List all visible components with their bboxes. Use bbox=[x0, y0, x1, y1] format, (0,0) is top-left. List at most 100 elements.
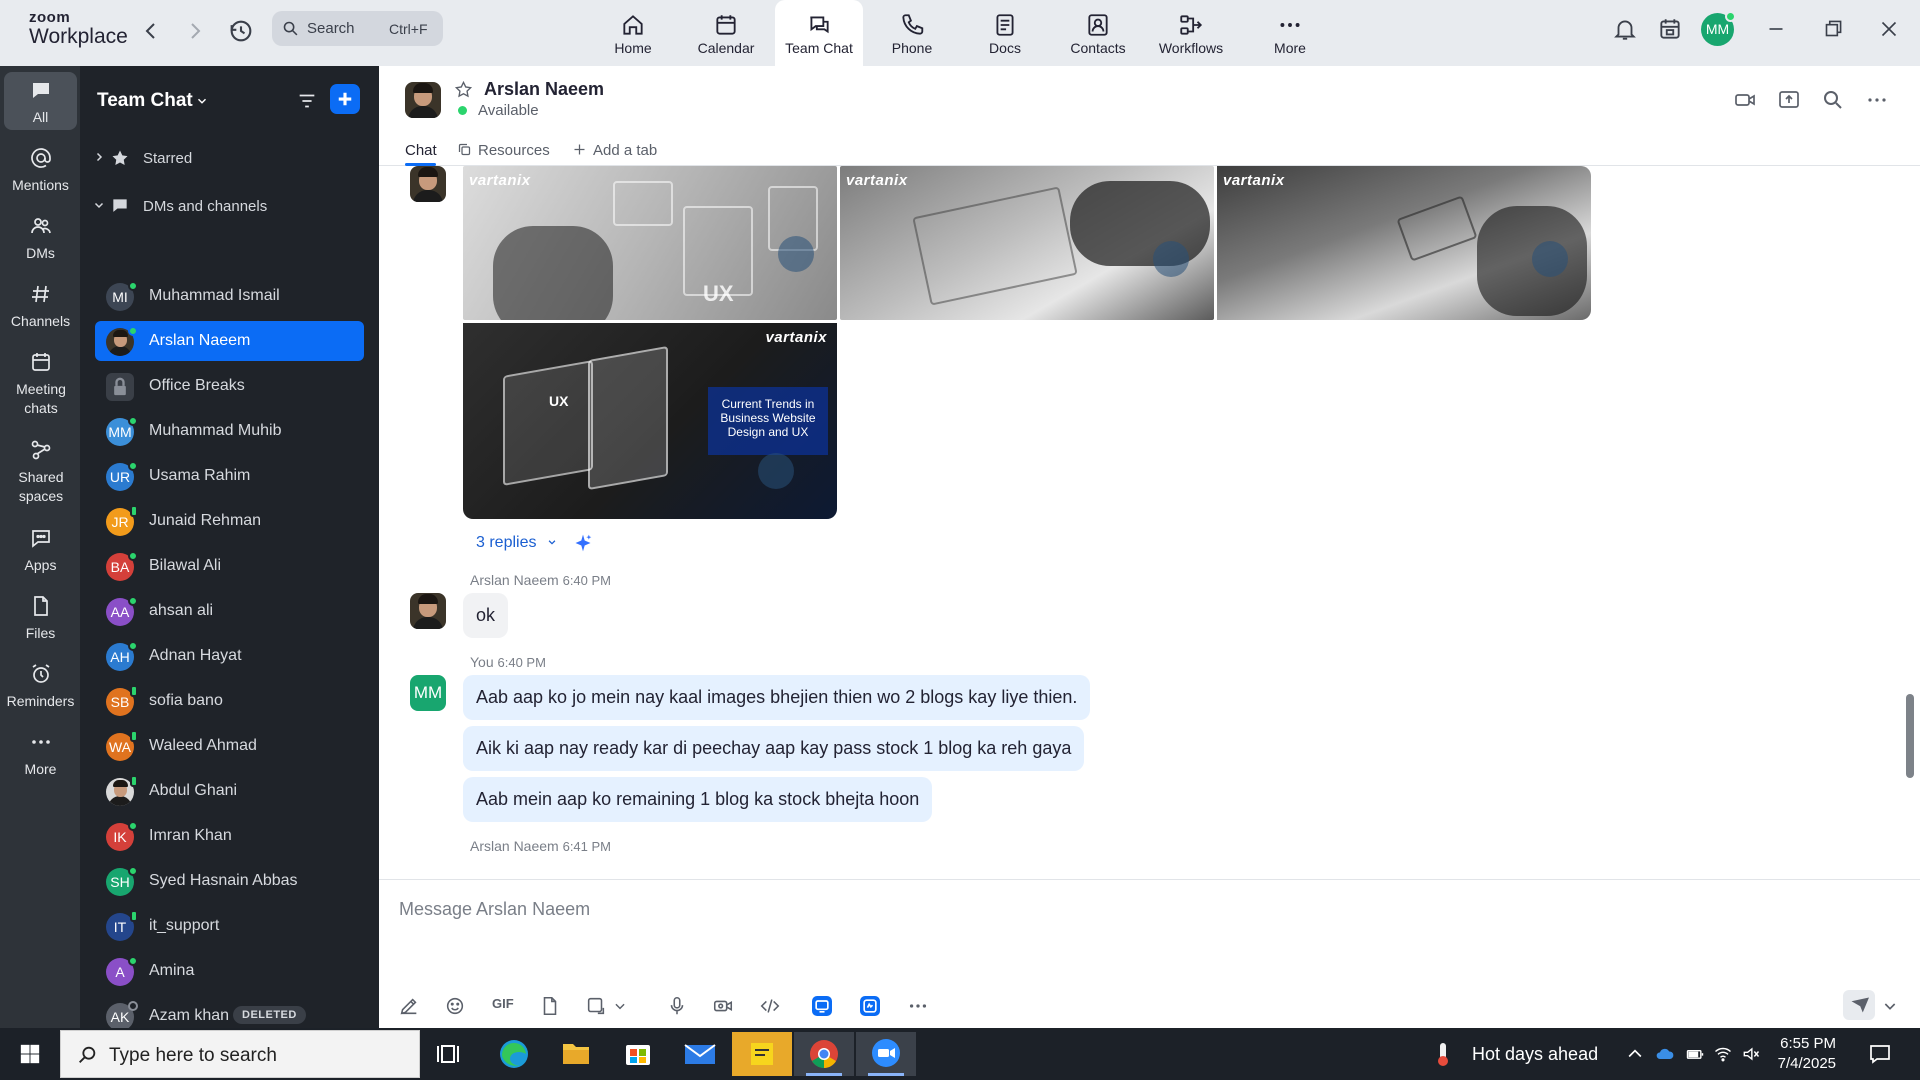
emoji-icon[interactable] bbox=[444, 995, 466, 1017]
video-message-icon[interactable] bbox=[712, 995, 734, 1017]
sidebar-item-muhammad-ismail[interactable]: MI Muhammad Ismail bbox=[95, 276, 364, 316]
attach-file-icon[interactable] bbox=[539, 995, 561, 1017]
sidebar-item-sofia-bano[interactable]: SB sofia bano bbox=[95, 681, 364, 721]
restore-icon[interactable] bbox=[1820, 16, 1846, 42]
sender-avatar[interactable] bbox=[410, 593, 446, 629]
minimize-icon[interactable] bbox=[1763, 16, 1789, 42]
rail-more[interactable]: More bbox=[4, 730, 77, 780]
sticky-notes-button[interactable] bbox=[732, 1032, 792, 1076]
weather-text[interactable]: Hot days ahead bbox=[1472, 1044, 1598, 1065]
chevron-down-icon[interactable] bbox=[1882, 995, 1898, 1017]
nav-team-chat[interactable]: Team Chat bbox=[775, 0, 863, 66]
schedule-icon[interactable] bbox=[1657, 16, 1683, 42]
battery-icon[interactable] bbox=[1685, 1044, 1705, 1064]
ai-sparkle-icon[interactable] bbox=[573, 533, 593, 553]
message-bubble[interactable]: Aab aap ko jo mein nay kaal images bheji… bbox=[463, 675, 1091, 720]
user-avatar[interactable]: MM bbox=[1701, 11, 1736, 46]
back-arrow-icon[interactable] bbox=[139, 17, 163, 45]
sidebar-item-it-support[interactable]: IT it_support bbox=[95, 906, 364, 946]
rail-dms[interactable]: DMs bbox=[4, 214, 77, 264]
filter-icon[interactable] bbox=[296, 90, 318, 112]
microphone-icon[interactable] bbox=[666, 995, 688, 1017]
screenshot-icon[interactable] bbox=[585, 995, 607, 1017]
chevron-down-icon[interactable] bbox=[613, 995, 627, 1017]
store-button[interactable] bbox=[608, 1032, 668, 1076]
contact-name[interactable]: Arslan Naeem bbox=[484, 79, 604, 100]
message-bubble[interactable]: ok bbox=[463, 593, 509, 638]
shared-image-1[interactable]: vartanix UX bbox=[463, 166, 837, 320]
thread-replies-link[interactable]: 3 replies bbox=[476, 534, 557, 552]
sidebar-item-bilawal-ali[interactable]: BA Bilawal Ali bbox=[95, 546, 364, 586]
sidebar-item-azam-khan[interactable]: AK Azam khan DELETED bbox=[95, 996, 364, 1028]
send-button[interactable] bbox=[1843, 990, 1875, 1020]
forward-arrow-icon[interactable] bbox=[183, 17, 207, 45]
taskbar-search[interactable]: Type here to search bbox=[60, 1030, 420, 1078]
mail-button[interactable] bbox=[670, 1032, 730, 1076]
chat-scrollbar[interactable] bbox=[1906, 694, 1914, 778]
sidebar-item-usama-rahim[interactable]: UR Usama Rahim bbox=[95, 456, 364, 496]
nav-phone[interactable]: Phone bbox=[867, 0, 957, 66]
format-text-icon[interactable] bbox=[398, 995, 420, 1017]
sidebar-item-adnan-hayat[interactable]: AH Adnan Hayat bbox=[95, 636, 364, 676]
edge-browser-button[interactable] bbox=[484, 1032, 544, 1076]
sidebar-item-junaid-rehman[interactable]: JR Junaid Rehman bbox=[95, 501, 364, 541]
chrome-button[interactable] bbox=[794, 1032, 854, 1076]
shared-image-3[interactable]: vartanix bbox=[1217, 166, 1591, 320]
nav-calendar[interactable]: Calendar bbox=[681, 0, 771, 66]
rail-channels[interactable]: Channels bbox=[4, 282, 77, 332]
rail-shared-spaces[interactable]: Shared spaces bbox=[4, 438, 77, 508]
sidebar-item-abdul-ghani[interactable]: Abdul Ghani bbox=[95, 771, 364, 811]
shared-image-4[interactable]: vartanix UX Current Trends in Business W… bbox=[463, 323, 837, 519]
new-chat-button[interactable] bbox=[330, 84, 360, 114]
tab-resources[interactable]: Resources bbox=[457, 142, 550, 159]
thermometer-icon[interactable] bbox=[1436, 1041, 1450, 1067]
shared-image-2[interactable]: vartanix bbox=[840, 166, 1214, 320]
rail-meeting-chats[interactable]: Meeting chats bbox=[4, 350, 77, 420]
dms-channels-section[interactable]: DMs and channels bbox=[80, 190, 379, 222]
wifi-icon[interactable] bbox=[1713, 1044, 1733, 1064]
contact-avatar[interactable] bbox=[405, 82, 441, 118]
message-input[interactable] bbox=[399, 896, 1799, 922]
sender-avatar[interactable] bbox=[410, 166, 446, 202]
message-bubble[interactable]: Aik ki aap nay ready kar di peechay aap … bbox=[463, 726, 1085, 771]
sidebar-item-ahsan-ali[interactable]: AA ahsan ali bbox=[95, 591, 364, 631]
rail-files[interactable]: Files bbox=[4, 594, 77, 644]
share-screen-icon[interactable] bbox=[1777, 88, 1801, 112]
video-call-icon[interactable] bbox=[1733, 88, 1757, 112]
message-bubble[interactable]: Aab mein aap ko remaining 1 blog ka stoc… bbox=[463, 777, 933, 822]
nav-docs[interactable]: Docs bbox=[960, 0, 1050, 66]
close-icon[interactable] bbox=[1876, 16, 1902, 42]
rail-all[interactable]: All bbox=[4, 72, 77, 130]
sidebar-item-muhammad-muhib[interactable]: MM Muhammad Muhib bbox=[95, 411, 364, 451]
onedrive-cloud-icon[interactable] bbox=[1653, 1044, 1677, 1064]
task-view-button[interactable] bbox=[420, 1032, 480, 1076]
sidebar-item-syed-hasnain-abbas[interactable]: SH Syed Hasnain Abbas bbox=[95, 861, 364, 901]
notification-bell-icon[interactable] bbox=[1612, 16, 1638, 42]
message-sender[interactable]: Arslan Naeem bbox=[470, 838, 559, 854]
rail-apps[interactable]: Apps bbox=[4, 526, 77, 576]
chevron-up-icon[interactable] bbox=[1625, 1044, 1645, 1064]
windows-start-icon[interactable] bbox=[19, 1043, 41, 1065]
chevron-down-icon[interactable] bbox=[195, 94, 209, 108]
rail-mentions[interactable]: Mentions bbox=[4, 146, 77, 196]
history-icon[interactable] bbox=[227, 17, 255, 45]
more-options-icon[interactable] bbox=[907, 995, 929, 1017]
sidebar-item-waleed-ahmad[interactable]: WA Waleed Ahmad bbox=[95, 726, 364, 766]
zoom-button[interactable] bbox=[856, 1032, 916, 1076]
whiteboard-app-icon[interactable] bbox=[860, 996, 880, 1016]
more-options-icon[interactable] bbox=[1865, 88, 1889, 112]
sidebar-item-office-breaks[interactable]: Office Breaks bbox=[95, 366, 364, 406]
rail-reminders[interactable]: Reminders bbox=[4, 662, 77, 712]
nav-workflows[interactable]: Workflows bbox=[1146, 0, 1236, 66]
starred-section[interactable]: Starred bbox=[80, 142, 379, 174]
sidebar-item-arslan-naeem[interactable]: Arslan Naeem bbox=[95, 321, 364, 361]
code-snippet-icon[interactable] bbox=[759, 995, 781, 1017]
my-avatar[interactable]: MM bbox=[410, 675, 446, 711]
notification-center-icon[interactable] bbox=[1868, 1042, 1892, 1066]
nav-home[interactable]: Home bbox=[588, 0, 678, 66]
star-outline-icon[interactable] bbox=[454, 80, 473, 99]
zoom-app-icon[interactable] bbox=[812, 996, 832, 1016]
nav-contacts[interactable]: Contacts bbox=[1053, 0, 1143, 66]
file-explorer-button[interactable] bbox=[546, 1032, 606, 1076]
sidebar-item-imran-khan[interactable]: IK Imran Khan bbox=[95, 816, 364, 856]
